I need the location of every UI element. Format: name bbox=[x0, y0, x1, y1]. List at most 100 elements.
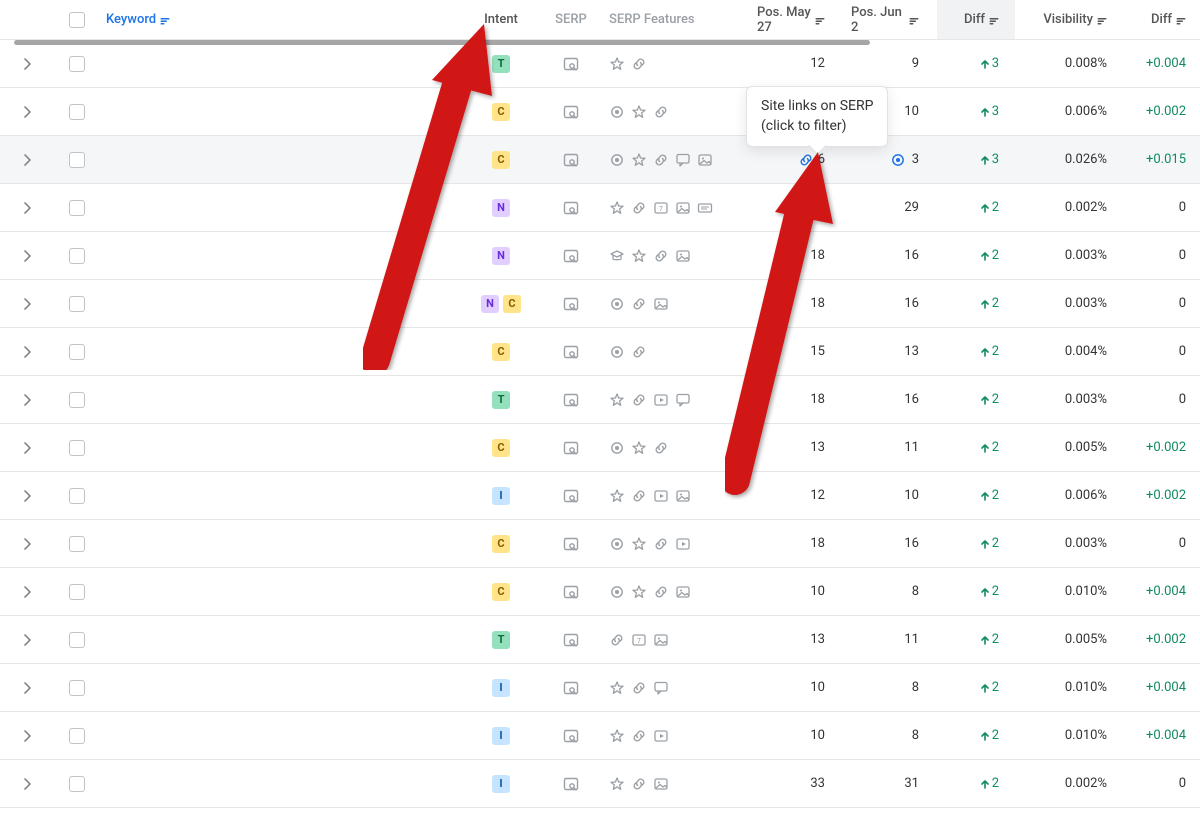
pin-icon[interactable] bbox=[609, 536, 625, 552]
image-icon[interactable] bbox=[653, 296, 669, 312]
row-checkbox[interactable] bbox=[69, 152, 85, 168]
intent-badge-i[interactable]: I bbox=[492, 679, 510, 697]
serp-preview-cell[interactable] bbox=[541, 248, 601, 264]
pin-icon[interactable] bbox=[609, 584, 625, 600]
row-checkbox[interactable] bbox=[69, 392, 85, 408]
intent-badge-c[interactable]: C bbox=[492, 439, 510, 457]
ads-icon[interactable] bbox=[697, 200, 713, 216]
expand-toggle[interactable] bbox=[0, 394, 56, 406]
expand-toggle[interactable] bbox=[0, 586, 56, 598]
link-icon[interactable] bbox=[653, 536, 669, 552]
link-icon[interactable] bbox=[631, 680, 647, 696]
image-icon[interactable] bbox=[675, 200, 691, 216]
intent-badge-n[interactable]: N bbox=[492, 247, 510, 265]
expand-toggle[interactable] bbox=[0, 154, 56, 166]
serp-preview-cell[interactable] bbox=[541, 488, 601, 504]
star-icon[interactable] bbox=[631, 536, 647, 552]
serp-preview-cell[interactable] bbox=[541, 536, 601, 552]
sitelinks-icon[interactable] bbox=[798, 152, 814, 168]
row-checkbox[interactable] bbox=[69, 488, 85, 504]
pin-icon[interactable] bbox=[609, 152, 625, 168]
image-icon[interactable] bbox=[697, 152, 713, 168]
expand-toggle[interactable] bbox=[0, 442, 56, 454]
expand-toggle[interactable] bbox=[0, 58, 56, 70]
star-icon[interactable] bbox=[609, 728, 625, 744]
star-icon[interactable] bbox=[609, 200, 625, 216]
row-checkbox[interactable] bbox=[69, 728, 85, 744]
header-diff[interactable]: Diff bbox=[937, 0, 1015, 39]
serp-preview-cell[interactable] bbox=[541, 296, 601, 312]
header-intent[interactable]: Intent bbox=[461, 12, 541, 27]
intent-badge-n[interactable]: N bbox=[481, 295, 499, 313]
link-icon[interactable] bbox=[631, 392, 647, 408]
link-icon[interactable] bbox=[653, 584, 669, 600]
serp-preview-cell[interactable] bbox=[541, 200, 601, 216]
serp-preview-cell[interactable] bbox=[541, 344, 601, 360]
serp-preview-cell[interactable] bbox=[541, 56, 601, 72]
link-icon[interactable] bbox=[631, 776, 647, 792]
pin-icon[interactable] bbox=[609, 104, 625, 120]
boxnum-icon[interactable] bbox=[653, 200, 669, 216]
header-diff2[interactable]: Diff bbox=[1123, 12, 1200, 27]
intent-badge-c[interactable]: C bbox=[492, 343, 510, 361]
star-icon[interactable] bbox=[609, 488, 625, 504]
video-icon[interactable] bbox=[653, 488, 669, 504]
row-checkbox[interactable] bbox=[69, 584, 85, 600]
intent-badge-c[interactable]: C bbox=[503, 295, 521, 313]
edu-icon[interactable] bbox=[609, 248, 625, 264]
star-icon[interactable] bbox=[631, 440, 647, 456]
expand-toggle[interactable] bbox=[0, 106, 56, 118]
image-icon[interactable] bbox=[653, 776, 669, 792]
serp-preview-cell[interactable] bbox=[541, 584, 601, 600]
star-icon[interactable] bbox=[609, 56, 625, 72]
row-checkbox[interactable] bbox=[69, 104, 85, 120]
header-serp[interactable]: SERP bbox=[541, 12, 601, 27]
intent-badge-c[interactable]: C bbox=[492, 151, 510, 169]
intent-badge-t[interactable]: T bbox=[492, 391, 510, 409]
intent-badge-t[interactable]: T bbox=[492, 55, 510, 73]
serp-preview-cell[interactable] bbox=[541, 728, 601, 744]
header-serp-features[interactable]: SERP Features bbox=[601, 12, 749, 27]
link-icon[interactable] bbox=[653, 440, 669, 456]
local-pack-icon[interactable] bbox=[890, 152, 906, 168]
pin-icon[interactable] bbox=[609, 296, 625, 312]
intent-badge-c[interactable]: C bbox=[492, 535, 510, 553]
serp-preview-cell[interactable] bbox=[541, 776, 601, 792]
pin-icon[interactable] bbox=[609, 344, 625, 360]
row-checkbox[interactable] bbox=[69, 536, 85, 552]
header-pos-may27[interactable]: Pos. May 27 bbox=[749, 5, 843, 35]
image-icon[interactable] bbox=[675, 488, 691, 504]
row-checkbox[interactable] bbox=[69, 680, 85, 696]
video-icon[interactable] bbox=[653, 392, 669, 408]
serp-preview-cell[interactable] bbox=[541, 152, 601, 168]
expand-toggle[interactable] bbox=[0, 730, 56, 742]
serp-preview-cell[interactable] bbox=[541, 680, 601, 696]
row-checkbox[interactable] bbox=[69, 776, 85, 792]
link-icon[interactable] bbox=[653, 248, 669, 264]
expand-toggle[interactable] bbox=[0, 634, 56, 646]
header-visibility[interactable]: Visibility bbox=[1015, 12, 1123, 27]
intent-badge-t[interactable]: T bbox=[492, 631, 510, 649]
video-icon[interactable] bbox=[653, 728, 669, 744]
row-checkbox[interactable] bbox=[69, 296, 85, 312]
serp-preview-cell[interactable] bbox=[541, 392, 601, 408]
intent-badge-c[interactable]: C bbox=[492, 583, 510, 601]
intent-badge-i[interactable]: I bbox=[492, 487, 510, 505]
link-icon[interactable] bbox=[631, 56, 647, 72]
star-icon[interactable] bbox=[631, 104, 647, 120]
image-icon[interactable] bbox=[675, 248, 691, 264]
link-icon[interactable] bbox=[631, 344, 647, 360]
row-checkbox[interactable] bbox=[69, 200, 85, 216]
intent-badge-c[interactable]: C bbox=[492, 103, 510, 121]
serp-preview-cell[interactable] bbox=[541, 104, 601, 120]
star-icon[interactable] bbox=[631, 584, 647, 600]
serp-preview-cell[interactable] bbox=[541, 632, 601, 648]
expand-toggle[interactable] bbox=[0, 682, 56, 694]
serp-preview-cell[interactable] bbox=[541, 440, 601, 456]
expand-toggle[interactable] bbox=[0, 778, 56, 790]
chat-icon[interactable] bbox=[675, 152, 691, 168]
expand-toggle[interactable] bbox=[0, 202, 56, 214]
link-icon[interactable] bbox=[631, 296, 647, 312]
link-icon[interactable] bbox=[631, 200, 647, 216]
chat-icon[interactable] bbox=[675, 392, 691, 408]
